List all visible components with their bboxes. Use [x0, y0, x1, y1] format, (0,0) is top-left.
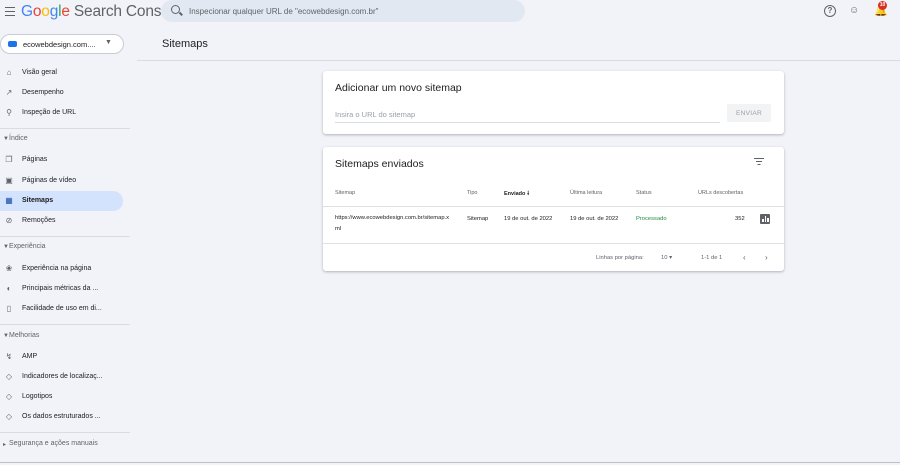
url-inspection-search[interactable] [161, 0, 525, 22]
sidebar-divider [0, 236, 130, 237]
sidebar-item-label: AMP [22, 353, 38, 360]
bar-chart-icon[interactable] [760, 214, 770, 224]
breadcrumb-icon: ◇ [5, 372, 13, 381]
trending-icon: ↗ [5, 88, 13, 97]
page-title: Sitemaps [162, 38, 208, 50]
logo-icon: ◇ [5, 392, 13, 401]
property-link-icon [8, 41, 17, 47]
type-cell: Sitemap [467, 216, 489, 222]
sidebar-item-core-web-vitals[interactable]: ◐ Principais métricas da ... [0, 279, 123, 299]
column-header-status[interactable]: Status [636, 190, 652, 196]
section-label: Melhorias [9, 332, 40, 339]
manage-users-icon[interactable]: ☺ [849, 5, 861, 17]
sidebar-item-label: Inspeção de URL [22, 109, 77, 116]
column-header-urls-discovered[interactable]: URLs descobertas [698, 190, 743, 196]
sidebar-item-mobile-usability[interactable]: ▯ Facilidade de uso em di... [0, 299, 123, 319]
help-icon[interactable]: ? [824, 5, 836, 17]
url-inspection-input[interactable] [189, 3, 509, 19]
menu-icon[interactable] [5, 7, 15, 16]
sidebar-item-label: Experiência na página [22, 265, 92, 272]
notifications-badge: 10 [878, 1, 887, 10]
sidebar-item-performance[interactable]: ↗ Desempenho [0, 83, 123, 103]
sidebar-item-removals[interactable]: ⊘ Remoções [0, 211, 123, 231]
sidebar-item-label: Páginas de vídeo [22, 177, 77, 184]
sidebar-item-label: Facilidade de uso em di... [22, 305, 102, 312]
sidebar-item-label: Logotipos [22, 393, 53, 400]
submitted-date-cell: 19 de out. de 2022 [504, 216, 553, 222]
property-label: ecowebdesign.com.... [23, 40, 96, 49]
arrow-down-icon: 🠗 [526, 191, 530, 197]
submit-sitemap-button[interactable]: ENVIAR [727, 104, 771, 122]
sidebar-item-video-pages[interactable]: ▣ Páginas de vídeo [0, 171, 123, 191]
sidebar-divider [0, 128, 130, 129]
last-read-cell: 19 de out. de 2022 [570, 216, 619, 222]
sidebar-item-pages[interactable]: ❐ Páginas [0, 150, 123, 170]
rows-per-page-select[interactable]: 10 ▾ [661, 255, 672, 261]
sitemap-icon: ▦ [5, 196, 13, 205]
submitted-sitemaps-title: Sitemaps enviados [335, 158, 424, 170]
mobile-icon: ▯ [6, 304, 12, 313]
google-search-console-logo[interactable]: Google Search Console [21, 3, 182, 21]
amp-icon: ↯ [5, 352, 13, 361]
next-page-icon[interactable]: › [765, 253, 768, 262]
chevron-down-icon: ▼ [105, 39, 112, 46]
add-sitemap-card: Adicionar um novo sitemap ENVIAR [323, 71, 784, 134]
sidebar-item-label: Principais métricas da ... [22, 285, 99, 292]
column-header-sitemap[interactable]: Sitemap [335, 190, 355, 196]
sidebar-item-label: Visão geral [22, 69, 57, 76]
sidebar-item-breadcrumbs[interactable]: ◇ Indicadores de localizaç... [0, 367, 123, 387]
header-divider [137, 60, 900, 61]
section-label: Índice [9, 135, 28, 142]
sidebar-item-amp[interactable]: ↯ AMP [0, 347, 123, 367]
sidebar-item-page-experience[interactable]: ❀ Experiência na página [0, 259, 123, 279]
property-selector[interactable]: ecowebdesign.com.... ▼ [0, 34, 124, 54]
sidebar-item-sitemaps[interactable]: ▦ Sitemaps [0, 191, 123, 211]
chevron-down-icon: ▾ [669, 255, 672, 261]
column-header-label: Enviado [504, 191, 526, 197]
sidebar-item-label: Indicadores de localizaç... [22, 373, 103, 380]
removals-icon: ⊘ [5, 216, 13, 225]
core-vitals-icon: ◐ [6, 284, 12, 293]
table-footer-divider [323, 243, 784, 244]
sidebar-item-label: Desempenho [22, 89, 64, 96]
pages-icon: ❐ [5, 155, 13, 164]
filter-icon[interactable] [754, 158, 764, 166]
section-label: Segurança e ações manuais [9, 440, 98, 447]
rows-per-page-value: 10 [661, 255, 668, 261]
home-icon: ⌂ [6, 68, 12, 77]
sidebar-item-logos[interactable]: ◇ Logotipos [0, 387, 123, 407]
video-pages-icon: ▣ [5, 176, 13, 185]
structured-data-icon: ◇ [5, 412, 13, 421]
search-icon: ⚲ [6, 108, 12, 117]
sidebar-item-url-inspection[interactable]: ⚲ Inspeção de URL [0, 103, 123, 123]
window-bottom-edge [0, 462, 900, 463]
search-icon [171, 5, 180, 14]
sidebar-item-label: Sitemaps [22, 197, 54, 204]
pagination-range: 1-1 de 1 [701, 255, 723, 261]
rows-per-page-label: Linhas por página: [596, 255, 644, 261]
top-bar: Google Search Console ? ☺ 🔔 10 [0, 0, 900, 28]
sidebar-item-overview[interactable]: ⌂ Visão geral [0, 63, 123, 83]
sitemap-url-cell: https://www.ecowebdesign.com.br/sitemap.… [335, 215, 450, 232]
sidebar-divider [0, 432, 130, 433]
column-header-type[interactable]: Tipo [467, 190, 478, 196]
table-header-divider [323, 206, 784, 207]
section-label: Experiência [9, 243, 46, 250]
sidebar-divider [0, 324, 130, 325]
previous-page-icon[interactable]: ‹ [743, 253, 746, 262]
chevron-right-icon: ▸ [3, 442, 7, 448]
sidebar-item-structured-data[interactable]: ◇ Os dados estruturados ... [0, 407, 123, 427]
sidebar-item-label: Os dados estruturados ... [22, 413, 101, 420]
sitemap-url-input[interactable] [335, 107, 720, 123]
page-experience-icon: ❀ [5, 264, 13, 273]
add-sitemap-title: Adicionar um novo sitemap [335, 82, 462, 94]
status-cell: Processado [636, 216, 667, 222]
column-header-submitted[interactable]: Enviado 🠗 [504, 190, 529, 199]
column-header-last-read[interactable]: Última leitura [570, 190, 602, 196]
submitted-sitemaps-card: Sitemaps enviados Sitemap Tipo Enviado 🠗… [323, 147, 784, 271]
sidebar-item-label: Remoções [22, 217, 56, 224]
sidebar-item-label: Páginas [22, 156, 48, 163]
urls-discovered-cell: 352 [735, 216, 745, 222]
